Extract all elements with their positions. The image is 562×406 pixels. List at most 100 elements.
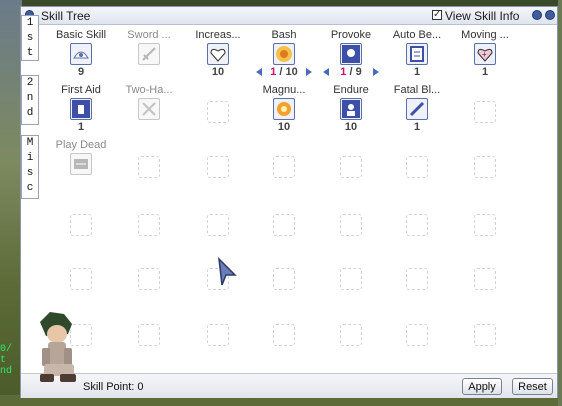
magnum-break-icon[interactable] — [273, 98, 295, 120]
empty-slot-frame — [474, 268, 496, 290]
basic-skill-icon[interactable] — [70, 43, 92, 65]
skill-name: Fatal Bl... — [393, 84, 441, 96]
skill-level-separator: / — [276, 66, 286, 78]
chat-text-fragment: 0/t nd — [0, 344, 13, 377]
apply-button[interactable]: Apply — [462, 378, 502, 395]
empty-skill-slot — [184, 305, 252, 361]
empty-skill-slot — [451, 195, 519, 251]
minimize-button[interactable] — [532, 10, 542, 20]
empty-skill-slot — [47, 195, 115, 251]
skill-level-control: 1 / 9 — [317, 66, 385, 78]
skill-two-hand-sword[interactable]: Two-Ha... — [115, 82, 183, 138]
mouse-cursor-icon — [218, 257, 237, 286]
skill-name: Two-Ha... — [125, 84, 173, 96]
skill-point-label: Skill Point: 0 — [83, 381, 144, 393]
skill-level: 10 — [211, 66, 225, 78]
empty-skill-slot — [451, 137, 519, 193]
empty-skill-slot — [383, 137, 451, 193]
skill-name: Endure — [333, 84, 369, 96]
footer-bar: Skill Point: 0 Apply Reset — [21, 373, 557, 398]
skill-name: First Aid — [61, 84, 101, 96]
skill-level-control: 1 / 10 — [250, 66, 318, 78]
tab-misc[interactable]: Misc — [21, 135, 39, 199]
empty-slot-frame — [340, 324, 362, 346]
reset-button[interactable]: Reset — [512, 378, 553, 395]
close-button[interactable] — [545, 10, 555, 20]
skill-sword-mastery[interactable]: Sword ... — [115, 27, 183, 83]
empty-slot-frame — [273, 324, 295, 346]
skill-increase-hp-recovery[interactable]: Increas... 10 — [184, 27, 252, 83]
first-aid-icon[interactable] — [70, 98, 92, 120]
empty-slot-frame — [406, 156, 428, 178]
sword-mastery-icon[interactable] — [138, 43, 160, 65]
skill-bash[interactable]: Bash 1 / 10 — [250, 27, 318, 83]
empty-skill-slot — [115, 249, 183, 305]
skill-magnum-break[interactable]: Magnu... 10 — [250, 82, 318, 138]
empty-slot-frame — [273, 214, 295, 236]
skill-auto-berserk[interactable]: Auto Be... 1 — [383, 27, 451, 83]
tab-2nd[interactable]: 2nd — [21, 75, 39, 125]
empty-slot-frame — [138, 156, 160, 178]
moving-hp-recovery-icon[interactable]: + — [474, 43, 496, 65]
skill-name: Sword ... — [127, 29, 171, 41]
skill-tree-window: Skill Tree ✓ View Skill Info 1st 2nd Mis… — [20, 6, 558, 398]
game-background-right — [558, 0, 562, 406]
skill-first-aid[interactable]: First Aid 1 — [47, 82, 115, 138]
empty-slot-frame — [340, 268, 362, 290]
skill-name: Magnu... — [262, 84, 306, 96]
svg-text:+: + — [482, 50, 487, 59]
skill-moving-hp-recovery[interactable]: Moving ... +1 — [451, 27, 519, 83]
skill-name: Moving ... — [461, 29, 509, 41]
empty-slot-frame — [474, 324, 496, 346]
skill-level: 9 — [77, 66, 85, 78]
empty-slot-frame — [340, 214, 362, 236]
empty-slot-frame — [474, 156, 496, 178]
skill-name: Play Dead — [55, 139, 107, 151]
empty-slot-frame — [340, 156, 362, 178]
empty-slot-frame — [138, 214, 160, 236]
empty-slot-frame — [207, 214, 229, 236]
skill-play-dead[interactable]: Play Dead — [47, 137, 115, 193]
skill-fatal-blow[interactable]: Fatal Bl... 1 — [383, 82, 451, 138]
empty-skill-slot — [115, 305, 183, 361]
provoke-icon[interactable] — [340, 43, 362, 65]
bash-icon[interactable] — [273, 43, 295, 65]
fatal-blow-icon[interactable] — [406, 98, 428, 120]
two-hand-sword-icon[interactable] — [138, 98, 160, 120]
endure-icon[interactable] — [340, 98, 362, 120]
skill-provoke[interactable]: Provoke 1 / 9 — [317, 27, 385, 83]
empty-skill-slot — [47, 249, 115, 305]
play-dead-icon[interactable] — [70, 153, 92, 175]
tab-1st[interactable]: 1st — [21, 15, 39, 61]
skill-endure[interactable]: Endure 10 — [317, 82, 385, 138]
skill-basic-skill[interactable]: Basic Skill 9 — [47, 27, 115, 83]
empty-skill-slot — [383, 305, 451, 361]
title-bar[interactable]: Skill Tree ✓ View Skill Info — [21, 7, 557, 25]
view-skill-info-label[interactable]: View Skill Info — [445, 9, 519, 23]
empty-slot-frame — [273, 268, 295, 290]
skill-level: 1 — [481, 66, 489, 78]
empty-skill-slot — [184, 137, 252, 193]
empty-slot-frame — [70, 268, 92, 290]
empty-skill-slot — [317, 305, 385, 361]
empty-slot-frame — [138, 268, 160, 290]
auto-berserk-icon[interactable] — [406, 43, 428, 65]
empty-skill-slot — [317, 195, 385, 251]
skill-level-max: 9 — [355, 66, 362, 78]
empty-skill-slot — [250, 249, 318, 305]
empty-slot-frame — [207, 324, 229, 346]
increase-hp-recovery-icon[interactable] — [207, 43, 229, 65]
skill-level: 10 — [277, 121, 291, 133]
view-skill-info-checkbox[interactable]: ✓ — [432, 10, 442, 20]
empty-skill-slot — [250, 305, 318, 361]
empty-slot-frame — [406, 214, 428, 236]
skill-name: Bash — [271, 29, 297, 41]
empty-skill-slot — [184, 82, 252, 138]
skill-level: 1 — [413, 121, 421, 133]
empty-slot-frame — [70, 214, 92, 236]
empty-skill-slot — [383, 249, 451, 305]
skill-name: Increas... — [195, 29, 241, 41]
empty-skill-slot — [250, 137, 318, 193]
empty-slot-frame — [474, 214, 496, 236]
skill-level: 10 — [344, 121, 358, 133]
